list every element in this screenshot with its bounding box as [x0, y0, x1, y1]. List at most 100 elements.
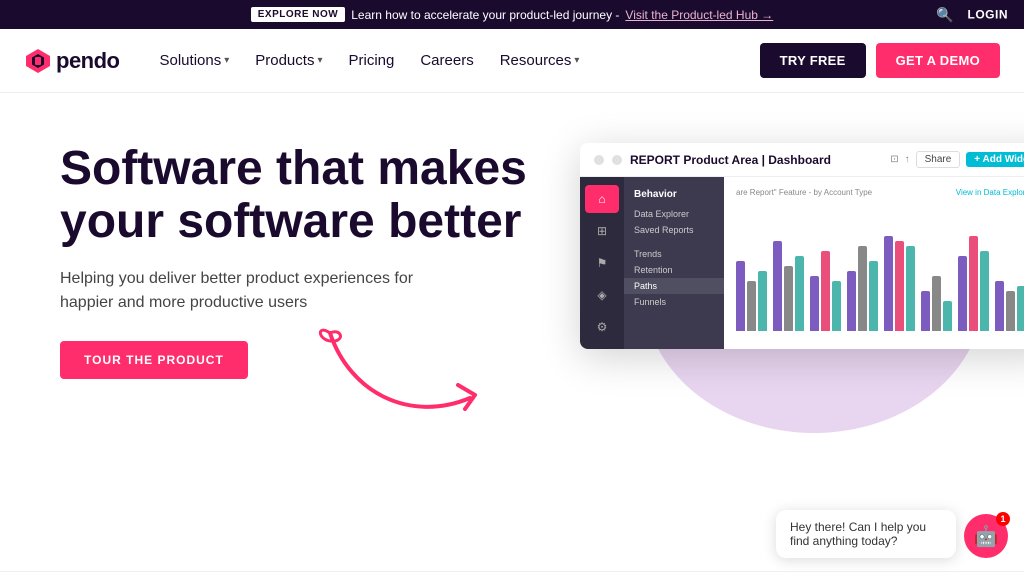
- chevron-down-icon: ▾: [224, 55, 229, 66]
- bar-group: [995, 281, 1024, 331]
- nav-item-products[interactable]: Products ▾: [243, 44, 334, 77]
- sidebar-item-data[interactable]: ◈: [585, 281, 619, 309]
- logo[interactable]: pendo: [24, 47, 120, 75]
- bar: [832, 281, 841, 331]
- sidebar-item-settings[interactable]: ⚙: [585, 313, 619, 341]
- screenshot-icon-btn-1[interactable]: ⊡: [890, 154, 898, 165]
- hero-title: Software that makes your software better: [60, 143, 540, 249]
- screenshot-dot-2: [612, 155, 622, 165]
- chart-subtitle: are Report" Feature - by Account Type Vi…: [736, 187, 1024, 197]
- bar: [747, 281, 756, 331]
- bar: [884, 236, 893, 331]
- page-wrapper: EXPLORE NOW Learn how to accelerate your…: [0, 0, 1024, 578]
- chat-avatar[interactable]: 🤖 1: [964, 514, 1008, 558]
- screenshot-title: REPORT Product Area | Dashboard: [630, 153, 882, 167]
- screenshot-nav-panel: Behavior Data Explorer Saved Reports Tre…: [624, 177, 724, 349]
- screenshot-dot-1: [594, 155, 604, 165]
- data-icon: ◈: [597, 288, 606, 302]
- sidebar-item-grid[interactable]: ⊞: [585, 217, 619, 245]
- share-button[interactable]: Share: [916, 151, 961, 168]
- top-banner: EXPLORE NOW Learn how to accelerate your…: [0, 0, 1024, 29]
- flag-icon: ⚑: [597, 256, 608, 270]
- arrow-decoration: [310, 313, 510, 433]
- bar: [906, 246, 915, 331]
- grid-icon: ⊞: [597, 224, 607, 238]
- bar-group: [847, 246, 878, 331]
- search-icon[interactable]: 🔍: [936, 6, 953, 23]
- banner-text: Learn how to accelerate your product-led…: [351, 8, 619, 22]
- banner-right-actions: 🔍 LOGIN: [936, 6, 1008, 23]
- bar-group: [773, 241, 804, 331]
- bar: [932, 276, 941, 331]
- bar: [995, 281, 1004, 331]
- bar: [795, 256, 804, 331]
- bar: [1006, 291, 1015, 331]
- nav-item-careers[interactable]: Careers: [408, 44, 485, 77]
- bar: [821, 251, 830, 331]
- nav-panel-item-trends[interactable]: Trends: [624, 246, 724, 262]
- product-screenshot: REPORT Product Area | Dashboard ⊡ ↑ Shar…: [580, 143, 1024, 349]
- pendo-logo-icon: [24, 47, 52, 75]
- settings-icon: ⚙: [597, 320, 608, 334]
- chat-badge: 1: [996, 512, 1010, 526]
- nav-panel-item-funnels[interactable]: Funnels: [624, 294, 724, 310]
- bar: [980, 251, 989, 331]
- chat-widget: Hey there! Can I help you find anything …: [776, 510, 1008, 558]
- nav-links: Solutions ▾ Products ▾ Pricing Careers R…: [148, 44, 760, 77]
- nav-panel-label: Behavior: [624, 185, 724, 206]
- bar-group: [736, 261, 767, 331]
- bar: [810, 276, 819, 331]
- screenshot-chart-area: are Report" Feature - by Account Type Vi…: [724, 177, 1024, 349]
- chart-link[interactable]: View in Data Explorer: [956, 188, 1024, 197]
- hero-subtitle: Helping you deliver better product exper…: [60, 267, 420, 315]
- nav-item-pricing[interactable]: Pricing: [336, 44, 406, 77]
- nav-item-resources[interactable]: Resources ▾: [488, 44, 592, 77]
- home-icon: ⌂: [598, 192, 605, 206]
- bar: [969, 236, 978, 331]
- chevron-down-icon: ▾: [574, 55, 579, 66]
- explore-now-badge[interactable]: EXPLORE NOW: [251, 7, 346, 22]
- hero-right: REPORT Product Area | Dashboard ⊡ ↑ Shar…: [540, 133, 964, 571]
- bar: [847, 271, 856, 331]
- chevron-down-icon: ▾: [317, 55, 322, 66]
- bar: [773, 241, 782, 331]
- tour-product-button[interactable]: TOUR THE PRODUCT: [60, 341, 248, 379]
- logo-text: pendo: [56, 48, 120, 74]
- bottom-section: The Pendo Product Adoption Platform Buil…: [0, 571, 1024, 578]
- hero-section: Software that makes your software better…: [0, 93, 1024, 571]
- hero-arrow: [310, 313, 510, 433]
- nav-item-solutions[interactable]: Solutions ▾: [148, 44, 242, 77]
- nav-cta: TRY FREE GET A DEMO: [760, 43, 1000, 78]
- screenshot-body: ⌂ ⊞ ⚑ ◈ ⚙: [580, 177, 1024, 349]
- bar: [958, 256, 967, 331]
- login-button[interactable]: LOGIN: [968, 8, 1009, 22]
- nav-panel-item-saved-reports[interactable]: Saved Reports: [624, 222, 724, 238]
- bar: [921, 291, 930, 331]
- nav-panel-item-data-explorer[interactable]: Data Explorer: [624, 206, 724, 222]
- try-free-button[interactable]: TRY FREE: [760, 43, 866, 78]
- sidebar-item-flag[interactable]: ⚑: [585, 249, 619, 277]
- bar-group: [921, 276, 952, 331]
- add-widget-button[interactable]: + Add Widget: [966, 152, 1024, 167]
- sidebar-item-home[interactable]: ⌂: [585, 185, 619, 213]
- bar-chart: [736, 205, 1024, 335]
- bar: [869, 261, 878, 331]
- screenshot-header: REPORT Product Area | Dashboard ⊡ ↑ Shar…: [580, 143, 1024, 177]
- screenshot-icon-btn-2[interactable]: ↑: [905, 154, 910, 165]
- bar: [758, 271, 767, 331]
- banner-link[interactable]: Visit the Product-led Hub →: [625, 8, 773, 22]
- bar: [895, 241, 904, 331]
- bar-group: [810, 251, 841, 331]
- bar: [1017, 286, 1024, 331]
- bar: [858, 246, 867, 331]
- bar: [784, 266, 793, 331]
- screenshot-actions: ⊡ ↑ Share + Add Widget: [890, 151, 1024, 168]
- bar: [943, 301, 952, 331]
- bar: [736, 261, 745, 331]
- bar-group: [958, 236, 989, 331]
- nav-panel-item-retention[interactable]: Retention: [624, 262, 724, 278]
- nav-panel-item-paths[interactable]: Paths: [624, 278, 724, 294]
- screenshot-sidebar: ⌂ ⊞ ⚑ ◈ ⚙: [580, 177, 624, 349]
- get-demo-button[interactable]: GET A DEMO: [876, 43, 1000, 78]
- bar-group: [884, 236, 915, 331]
